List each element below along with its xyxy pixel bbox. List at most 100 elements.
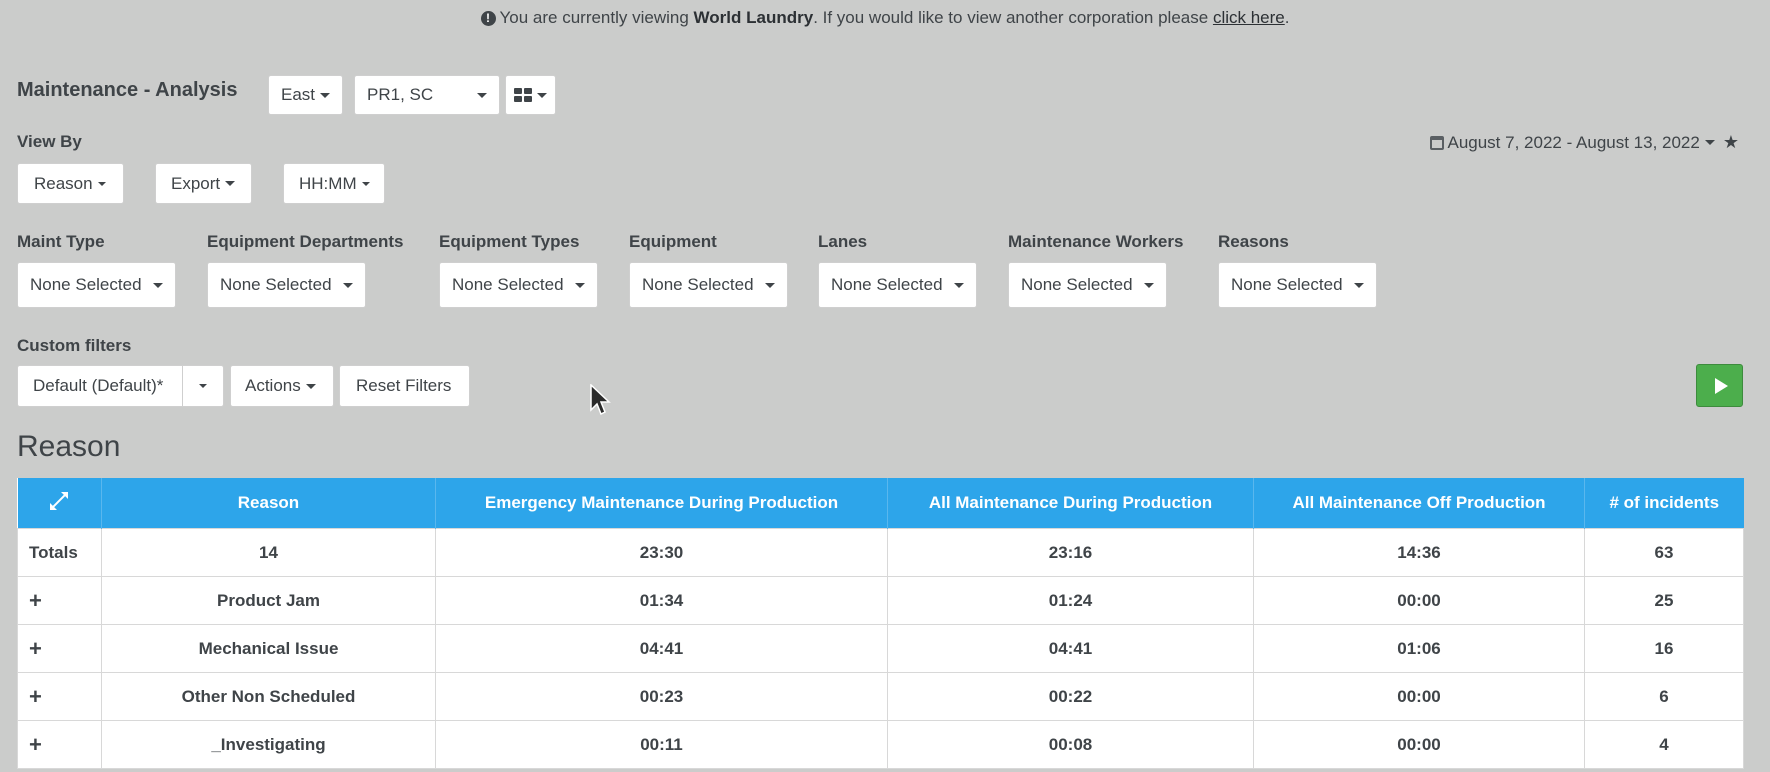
chevron-down-icon — [305, 383, 316, 389]
table-cell: 00:08 — [887, 720, 1254, 769]
play-icon — [1714, 377, 1728, 394]
chevron-down-icon — [575, 282, 585, 288]
table-cell: 04:41 — [435, 624, 888, 673]
notice-prefix: You are currently viewing — [499, 8, 689, 27]
chevron-down-icon — [537, 92, 547, 98]
plants-label: PR1, SC — [367, 85, 434, 104]
custom-filter-dropdown-toggle[interactable] — [182, 365, 224, 407]
table-cell: 23:16 — [887, 528, 1254, 577]
filter-value: None Selected — [642, 275, 754, 294]
change-corporation-link[interactable]: click here — [1213, 8, 1285, 27]
plus-icon: + — [29, 731, 42, 757]
chevron-down-icon — [153, 282, 163, 288]
filter-maint-type-select[interactable]: None Selected — [17, 262, 176, 308]
plants-dropdown[interactable]: PR1, SC — [354, 75, 500, 115]
section-title: Reason — [17, 430, 121, 463]
table-cell: 04:41 — [887, 624, 1254, 673]
expand-row-button[interactable]: + — [17, 576, 102, 625]
date-range-label: August 7, 2022 - August 13, 2022 — [1447, 132, 1700, 152]
region-label: East — [281, 85, 316, 104]
region-dropdown[interactable]: East — [268, 75, 344, 115]
filter-maintenance-workers-select[interactable]: None Selected — [1008, 262, 1167, 308]
table-cell: 00:23 — [435, 672, 888, 721]
time-format-label: HH:MM — [299, 173, 357, 193]
table-cell: 23:30 — [435, 528, 888, 577]
totals-label: Totals — [17, 528, 102, 577]
chevron-down-icon — [225, 181, 236, 186]
table-cell: 01:24 — [887, 576, 1254, 625]
table-cell: 00:00 — [1253, 576, 1585, 625]
table-cell: 4 — [1584, 720, 1744, 769]
filter-label-maint-type: Maint Type — [17, 232, 105, 251]
table-cell: 00:22 — [887, 672, 1254, 721]
reason-table: Reason Emergency Maintenance During Prod… — [17, 478, 1744, 769]
filter-value: None Selected — [1231, 275, 1343, 294]
table-cell: 01:34 — [435, 576, 888, 625]
filter-label-maintenance-workers: Maintenance Workers — [1008, 232, 1184, 251]
chevron-down-icon — [1144, 282, 1154, 288]
corporation-notice: ! You are currently viewing World Laundry… — [0, 8, 1770, 28]
date-range-picker[interactable]: August 7, 2022 - August 13, 2022 ★ — [1430, 132, 1739, 153]
reset-filters-label: Reset Filters — [356, 376, 452, 395]
filter-label-reasons: Reasons — [1218, 232, 1289, 251]
filter-equipment-types-select[interactable]: None Selected — [439, 262, 598, 308]
table-row: + Mechanical Issue 04:41 04:41 01:06 16 — [17, 624, 1744, 673]
star-icon[interactable]: ★ — [1723, 132, 1739, 153]
table-cell: 01:06 — [1253, 624, 1585, 673]
expand-row-button[interactable]: + — [17, 672, 102, 721]
run-report-button[interactable] — [1696, 364, 1743, 407]
column-header-reason[interactable]: Reason — [101, 478, 436, 529]
layout-dropdown[interactable] — [505, 75, 556, 115]
actions-label: Actions — [245, 376, 301, 395]
table-cell: 16 — [1584, 624, 1744, 673]
table-cell: 14 — [101, 528, 436, 577]
chevron-down-icon — [765, 282, 775, 288]
view-by-reason-button[interactable]: Reason — [17, 163, 124, 204]
table-row: + Other Non Scheduled 00:23 00:22 00:00 … — [17, 672, 1744, 721]
column-header-incidents[interactable]: # of incidents — [1584, 478, 1744, 529]
filter-value: None Selected — [831, 275, 943, 294]
expand-icon — [50, 491, 69, 510]
table-cell: _Investigating — [101, 720, 436, 769]
table-cell: Product Jam — [101, 576, 436, 625]
calendar-icon — [1430, 135, 1445, 150]
custom-filters-label: Custom filters — [17, 336, 132, 355]
filter-value: None Selected — [30, 275, 142, 294]
plus-icon: + — [29, 683, 42, 709]
table-row: + Product Jam 01:34 01:24 00:00 25 — [17, 576, 1744, 625]
expand-row-button[interactable]: + — [17, 624, 102, 673]
corporation-name: World Laundry — [693, 8, 814, 27]
export-label: Export — [171, 173, 221, 193]
custom-filter-selected-label: Default (Default)* — [33, 376, 164, 395]
export-button[interactable]: Export — [155, 163, 252, 204]
notice-middle: . If you would like to view another corp… — [813, 8, 1209, 27]
chevron-down-icon — [477, 92, 487, 98]
filter-value: None Selected — [220, 275, 332, 294]
table-cell: Other Non Scheduled — [101, 672, 436, 721]
column-header-emergency-maintenance[interactable]: Emergency Maintenance During Production — [435, 478, 888, 529]
expand-row-button[interactable]: + — [17, 720, 102, 769]
mouse-cursor-icon — [590, 384, 611, 416]
expand-table-button[interactable] — [17, 478, 102, 529]
filter-label-equipment: Equipment — [629, 232, 717, 251]
filter-lanes-select[interactable]: None Selected — [818, 262, 977, 308]
table-cell: 00:11 — [435, 720, 888, 769]
column-header-all-maintenance-during[interactable]: All Maintenance During Production — [887, 478, 1254, 529]
column-header-all-maintenance-off[interactable]: All Maintenance Off Production — [1253, 478, 1585, 529]
chevron-down-icon — [1354, 282, 1364, 288]
page-title: Maintenance - Analysis — [17, 79, 238, 101]
time-format-button[interactable]: HH:MM — [283, 163, 385, 204]
chevron-down-icon — [954, 282, 964, 288]
table-cell: Mechanical Issue — [101, 624, 436, 673]
actions-button[interactable]: Actions — [230, 365, 334, 407]
filter-label-equipment-departments: Equipment Departments — [207, 232, 404, 251]
reset-filters-button[interactable]: Reset Filters — [339, 365, 470, 407]
filter-equipment-departments-select[interactable]: None Selected — [207, 262, 366, 308]
filter-equipment-select[interactable]: None Selected — [629, 262, 788, 308]
chevron-down-icon — [361, 181, 370, 186]
table-header-row: Reason Emergency Maintenance During Prod… — [17, 478, 1744, 529]
filter-reasons-select[interactable]: None Selected — [1218, 262, 1377, 308]
view-by-label: View By — [17, 132, 82, 151]
chevron-down-icon — [199, 384, 207, 388]
custom-filter-select-button[interactable]: Default (Default)* — [17, 365, 183, 407]
